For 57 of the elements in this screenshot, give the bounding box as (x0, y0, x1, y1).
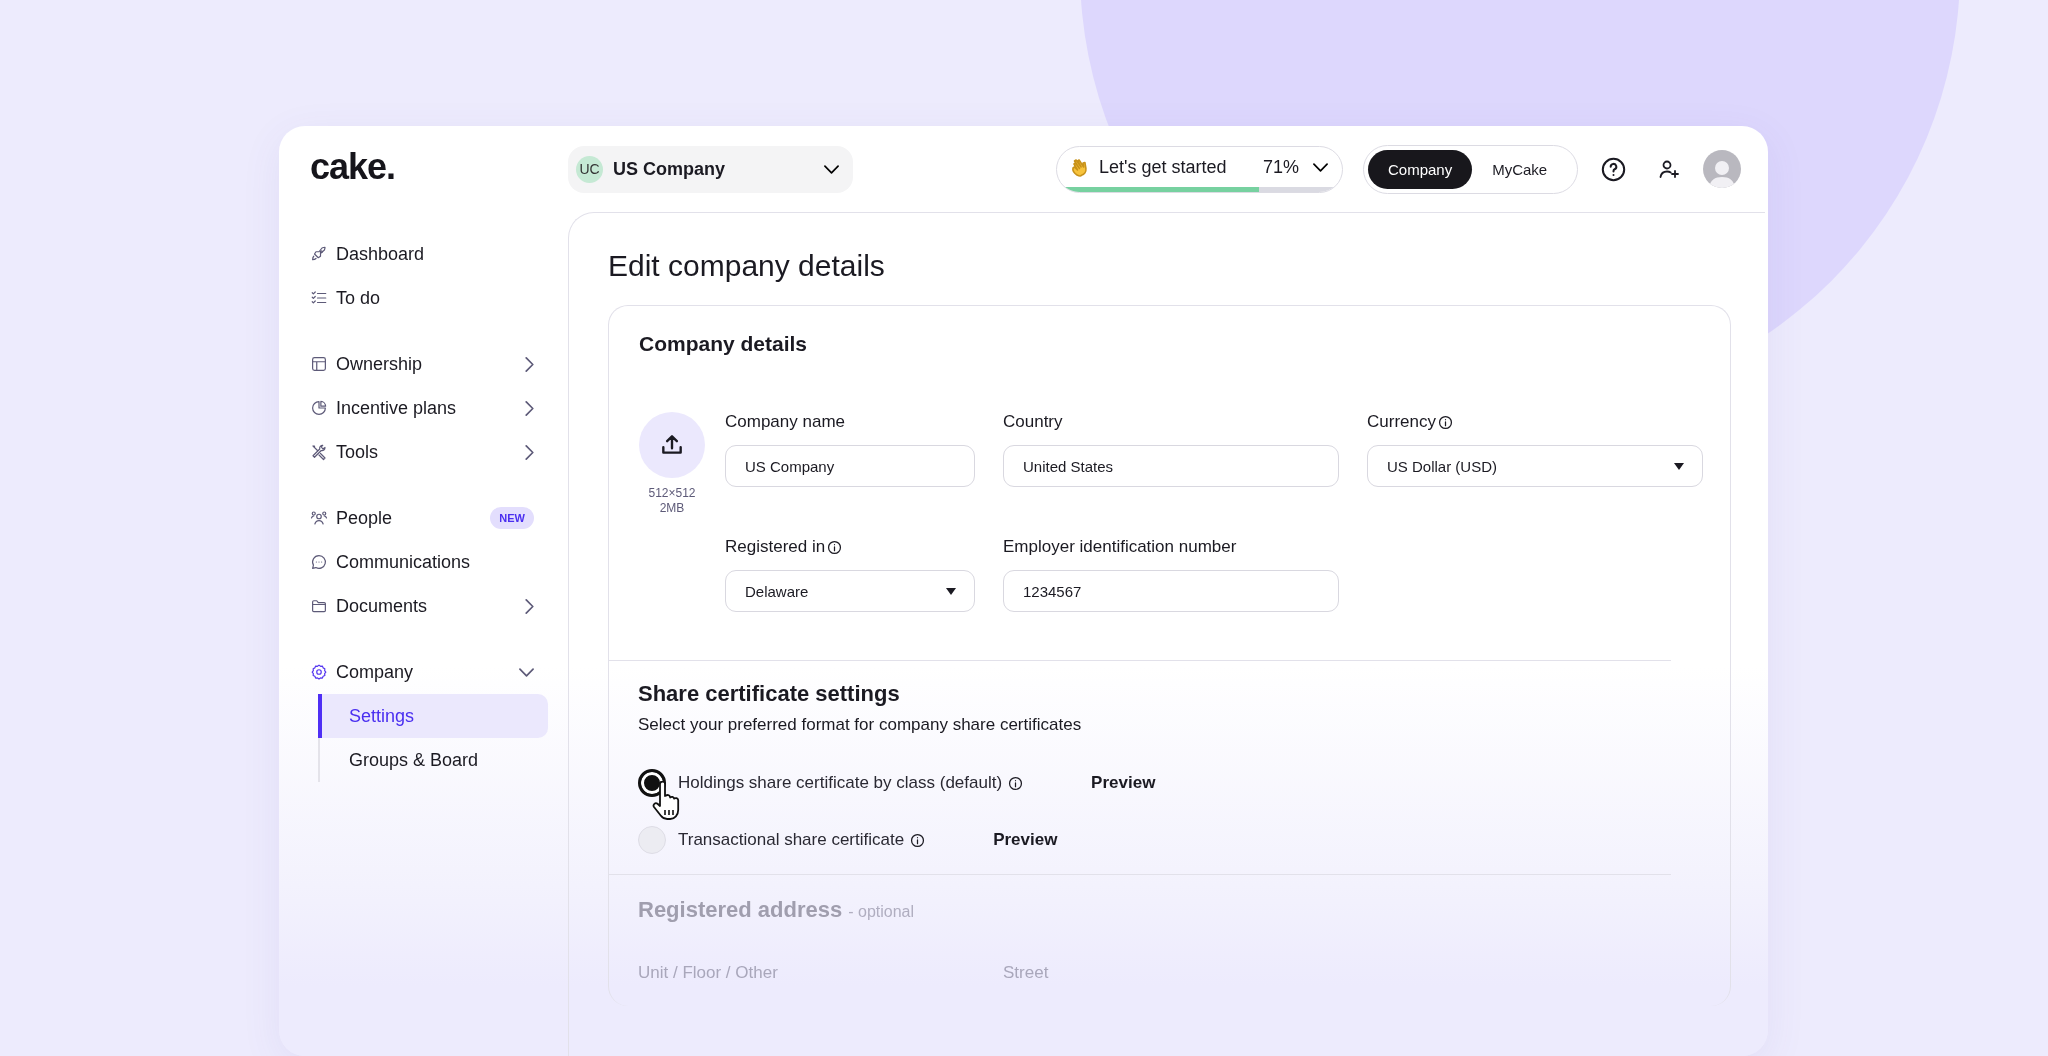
field-label: Company name (725, 412, 845, 432)
nav-item[interactable]: Company (310, 650, 548, 694)
help-icon (1600, 155, 1627, 183)
nav-item[interactable]: Documents (310, 584, 548, 628)
preview-link[interactable]: Preview (993, 830, 1058, 850)
tools-icon (310, 443, 328, 461)
dropdown-arrow-icon (946, 587, 956, 595)
nav-item[interactable]: Incentive plans (310, 386, 548, 430)
preview-link[interactable]: Preview (1091, 773, 1156, 793)
text-field[interactable]: US Company (725, 445, 975, 487)
select-field[interactable]: Delaware (725, 570, 975, 612)
checklist-icon (310, 289, 328, 307)
field-label: Street (1003, 963, 1050, 983)
nav-item[interactable]: Communications (310, 540, 548, 584)
chevron-down-icon (1313, 162, 1328, 172)
pie-chart-icon (310, 399, 328, 417)
section-title: Registered address (638, 897, 843, 923)
folder-icon (310, 597, 328, 615)
select-field[interactable]: US Dollar (USD) (1367, 445, 1703, 487)
field-label: Country (1003, 412, 1063, 432)
upload-hint: 512×512 2MB (648, 486, 696, 516)
logo[interactable]: cake. (279, 126, 396, 188)
view-tab[interactable]: MyCake (1472, 149, 1568, 189)
chevron-down-icon (824, 164, 839, 174)
company-selector[interactable]: UC US Company (568, 145, 853, 193)
settings-icon (310, 663, 328, 681)
dropdown-arrow-icon (1674, 462, 1684, 470)
company-initials: UC (576, 155, 603, 183)
field-label: Currency (1367, 412, 1436, 432)
submenu-item[interactable]: Groups & Board (318, 738, 548, 782)
info-icon (1008, 775, 1024, 791)
rocket-icon (310, 245, 328, 263)
nav-item[interactable]: People NEW (310, 496, 548, 540)
field-label: Registered in (725, 537, 826, 557)
people-icon (310, 509, 328, 527)
optional-note: - optional (848, 903, 915, 921)
nav-item[interactable]: Tools (310, 430, 548, 474)
section-title: Company details (639, 332, 808, 356)
table-icon (310, 355, 328, 373)
option-label: Transactional share certificate (678, 830, 905, 850)
new-badge: NEW (490, 507, 534, 529)
text-field[interactable]: 1234567 (1003, 570, 1339, 612)
submenu-item[interactable]: Settings (318, 694, 548, 738)
option-label: Holdings share certificate by class (default) (678, 773, 1003, 793)
section-description: Select your preferred format for company share certificates (638, 715, 1083, 735)
nav-item[interactable]: To do (310, 276, 548, 320)
view-tab[interactable]: Company (1368, 149, 1473, 189)
page-title: Edit company details (608, 249, 885, 283)
info-icon (910, 832, 926, 848)
field-label: Employer identification number (1003, 537, 1237, 557)
nav-item[interactable]: Ownership (310, 342, 548, 386)
chat-bubble-icon (310, 553, 328, 571)
nav-item[interactable]: Dashboard (310, 232, 548, 276)
field-label: Unit / Floor / Other (638, 963, 779, 983)
onboarding-progress-button[interactable]: Let's get started 71% (1056, 145, 1343, 193)
text-field[interactable]: United States (1003, 445, 1339, 487)
section-title: Share certificate settings (638, 681, 900, 707)
